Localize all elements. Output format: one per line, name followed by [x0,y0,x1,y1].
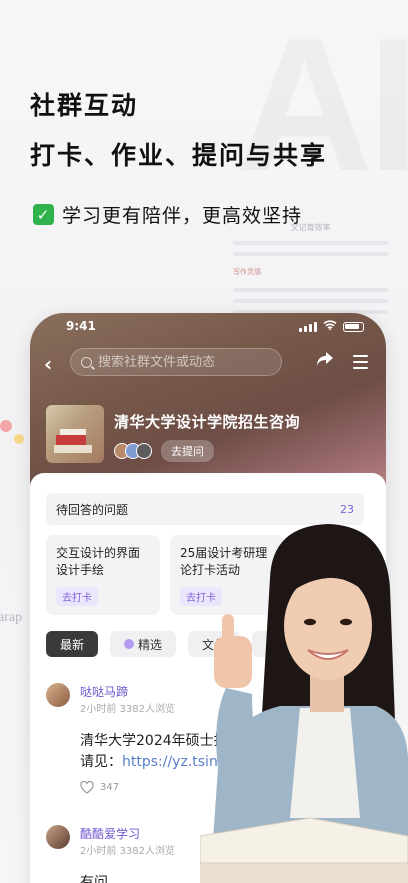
headline: 社群互动 打卡、作业、提问与共享 [30,86,327,172]
group-thumbnail [46,405,104,463]
post-likes[interactable]: 347 [80,780,120,794]
post-meta: 2小时前 3382人浏览 [80,846,175,857]
nav-bar: ‹ [30,348,386,378]
signal-icon [299,321,317,332]
post-author[interactable]: 酷酷爱学习 [80,825,140,842]
group-info: 清华大学设计学院招生咨询 去提问 [46,405,300,463]
member-avatars [114,443,152,459]
headline-features: 打卡、作业、提问与共享 [30,141,328,170]
menu-icon[interactable] [353,355,368,373]
tab-latest[interactable]: 最新 [46,631,99,657]
avatar[interactable] [46,825,70,849]
ask-question-button[interactable]: 去提问 [161,440,214,462]
like-count: 347 [100,782,120,793]
group-name: 清华大学设计学院招生咨询 [114,413,301,431]
subtitle-text: 学习更有陪伴，更高效坚持 [62,205,303,227]
subtitle: ✓ 学习更有陪伴，更高效坚持 [33,201,302,228]
checkin-button[interactable]: 去打卡 [56,587,98,606]
status-bar: 9:41 [30,313,386,339]
tab-featured[interactable]: 精选 [110,631,177,657]
left-fragment-text: arap [0,610,23,625]
post-text-prefix: 请见： [80,754,122,770]
share-icon[interactable] [316,351,334,372]
heart-icon[interactable] [80,780,94,794]
pending-questions-count: 23 [340,502,354,516]
checkin-card[interactable]: 交互设计的界面设计手绘 去打卡 [46,535,160,615]
avatar[interactable] [46,683,70,707]
post-author[interactable]: 哒哒马蹄 [80,683,128,700]
check-icon: ✓ [33,204,54,225]
background-doc-tag: 写作灵感 [233,268,261,276]
woman-thumbs-up-photo [200,518,408,883]
headline-title: 社群互动 [30,91,139,120]
avatar [136,443,152,459]
search-icon [81,356,92,368]
tab-featured-label: 精选 [138,637,163,652]
wifi-icon [323,320,337,333]
status-time: 9:41 [66,319,96,333]
featured-icon [124,639,135,649]
pending-questions-title: 待回答的问题 [56,502,129,517]
back-icon[interactable]: ‹ [44,352,52,376]
post-meta: 2小时前 3382人浏览 [80,704,175,715]
left-decoration: arap [0,420,30,640]
search-bar[interactable] [70,348,282,376]
checkin-card-title: 交互设计的界面设计手绘 [56,546,141,577]
search-input[interactable] [98,354,268,370]
battery-icon [343,321,364,332]
